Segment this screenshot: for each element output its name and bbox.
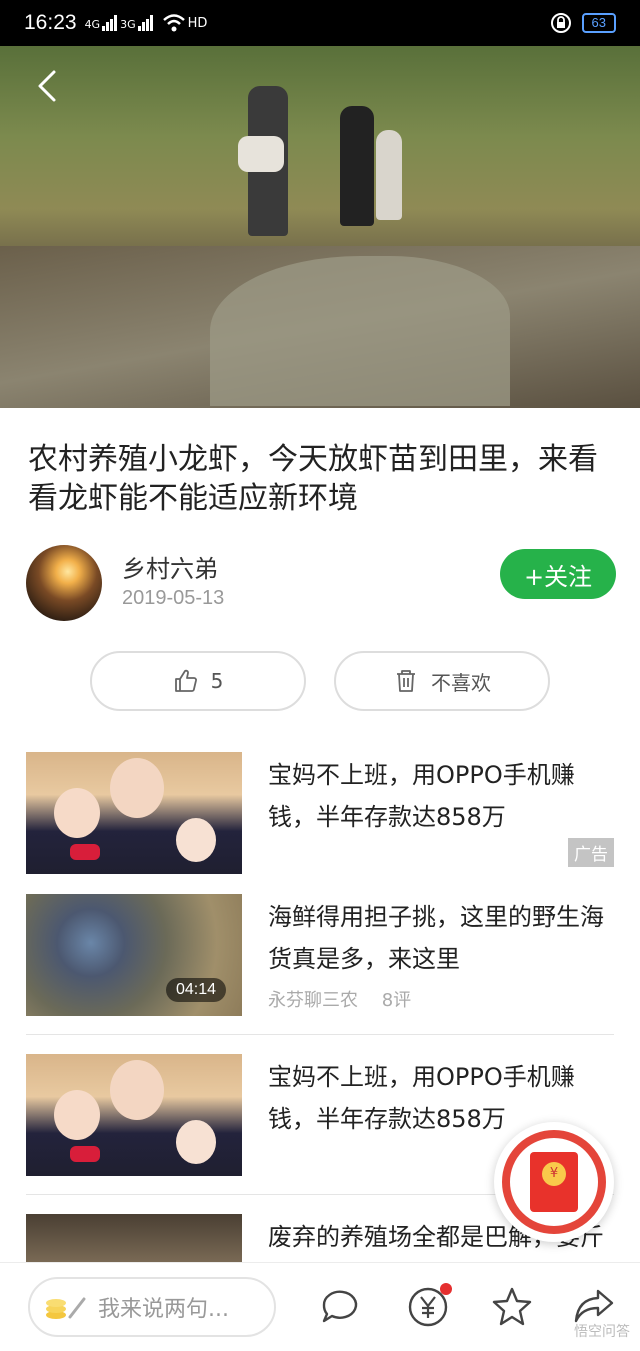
- publish-date: 2019-05-13: [122, 587, 225, 609]
- coin-pen-icon: [46, 1297, 86, 1319]
- ad-badge: 广告: [568, 838, 614, 867]
- feed-source: 永芬聊三农: [268, 990, 358, 1011]
- author-avatar[interactable]: [26, 545, 102, 621]
- trash-icon: [397, 670, 415, 692]
- star-icon[interactable]: [490, 1285, 534, 1329]
- signal-icon: 4G 3G: [85, 15, 154, 31]
- reward-button[interactable]: [406, 1283, 452, 1329]
- comment-placeholder: 我来说两句...: [98, 1297, 229, 1322]
- comment-bubble-icon[interactable]: [318, 1285, 362, 1329]
- feed-title: 宝妈不上班，用OPPO手机赚钱，半年存款达858万: [268, 761, 575, 831]
- feed-meta: 永芬聊三农 8评: [268, 986, 411, 1012]
- dislike-button[interactable]: 不喜欢: [334, 651, 550, 711]
- watermark-text: 悟空问答: [574, 1324, 630, 1340]
- author-row: 乡村六弟 2019-05-13 +关注: [26, 545, 616, 625]
- bottom-action-bar: 我来说两句... 悟空问答: [0, 1262, 640, 1351]
- thumbs-up-icon: [174, 669, 197, 692]
- video-scene-person-3: [376, 130, 402, 220]
- reaction-row: 5 不喜欢: [90, 651, 550, 711]
- video-duration: 04:14: [165, 978, 226, 1002]
- article-title: 农村养殖小龙虾，今天放虾苗到田里，来看看龙虾能不能适应新环境: [28, 442, 598, 516]
- feed-item-ad[interactable]: 宝妈不上班，用OPPO手机赚钱，半年存款达858万 广告: [26, 752, 614, 874]
- follow-button[interactable]: +关注: [500, 549, 616, 599]
- wifi-icon: HD: [162, 14, 208, 32]
- red-envelope-icon: ¥: [530, 1152, 578, 1212]
- comment-input[interactable]: 我来说两句...: [28, 1277, 276, 1337]
- feed-thumbnail: [26, 1054, 242, 1176]
- notification-dot: [440, 1283, 452, 1295]
- feed-thumbnail: 04:14: [26, 894, 242, 1016]
- red-packet-ring: ¥: [502, 1130, 606, 1234]
- video-scene-person-2: [340, 106, 374, 226]
- feed-comment-count: 8评: [381, 990, 412, 1011]
- like-button[interactable]: 5: [90, 651, 306, 711]
- video-scene-person-1-bag: [238, 136, 284, 172]
- dislike-label: 不喜欢: [431, 670, 491, 695]
- status-bar: 16:23 4G 3G HD 63: [0, 0, 640, 46]
- author-name[interactable]: 乡村六弟: [122, 549, 218, 584]
- red-packet-button[interactable]: ¥: [494, 1122, 614, 1242]
- network-label-1: 4G: [84, 18, 101, 31]
- lock-rotation-icon: [550, 13, 571, 33]
- back-arrow-icon[interactable]: [30, 68, 66, 104]
- network-label-2: 3G: [120, 18, 136, 31]
- feed-thumbnail: [26, 1214, 242, 1262]
- video-scene-water: [210, 256, 510, 406]
- feed-title: 海鲜得用担子挑，这里的野生海货真是多，来这里: [268, 903, 604, 973]
- like-count: 5: [210, 669, 224, 693]
- feed-thumbnail: [26, 752, 242, 874]
- hd-label: HD: [187, 15, 208, 31]
- divider: [26, 1034, 614, 1035]
- video-player[interactable]: [0, 46, 640, 408]
- status-right: 63: [550, 12, 616, 34]
- feed-item-video[interactable]: 04:14 海鲜得用担子挑，这里的野生海货真是多，来这里 永芬聊三农 8评: [26, 894, 614, 1016]
- battery-indicator: 63: [581, 13, 616, 33]
- status-time: 16:23: [24, 11, 77, 34]
